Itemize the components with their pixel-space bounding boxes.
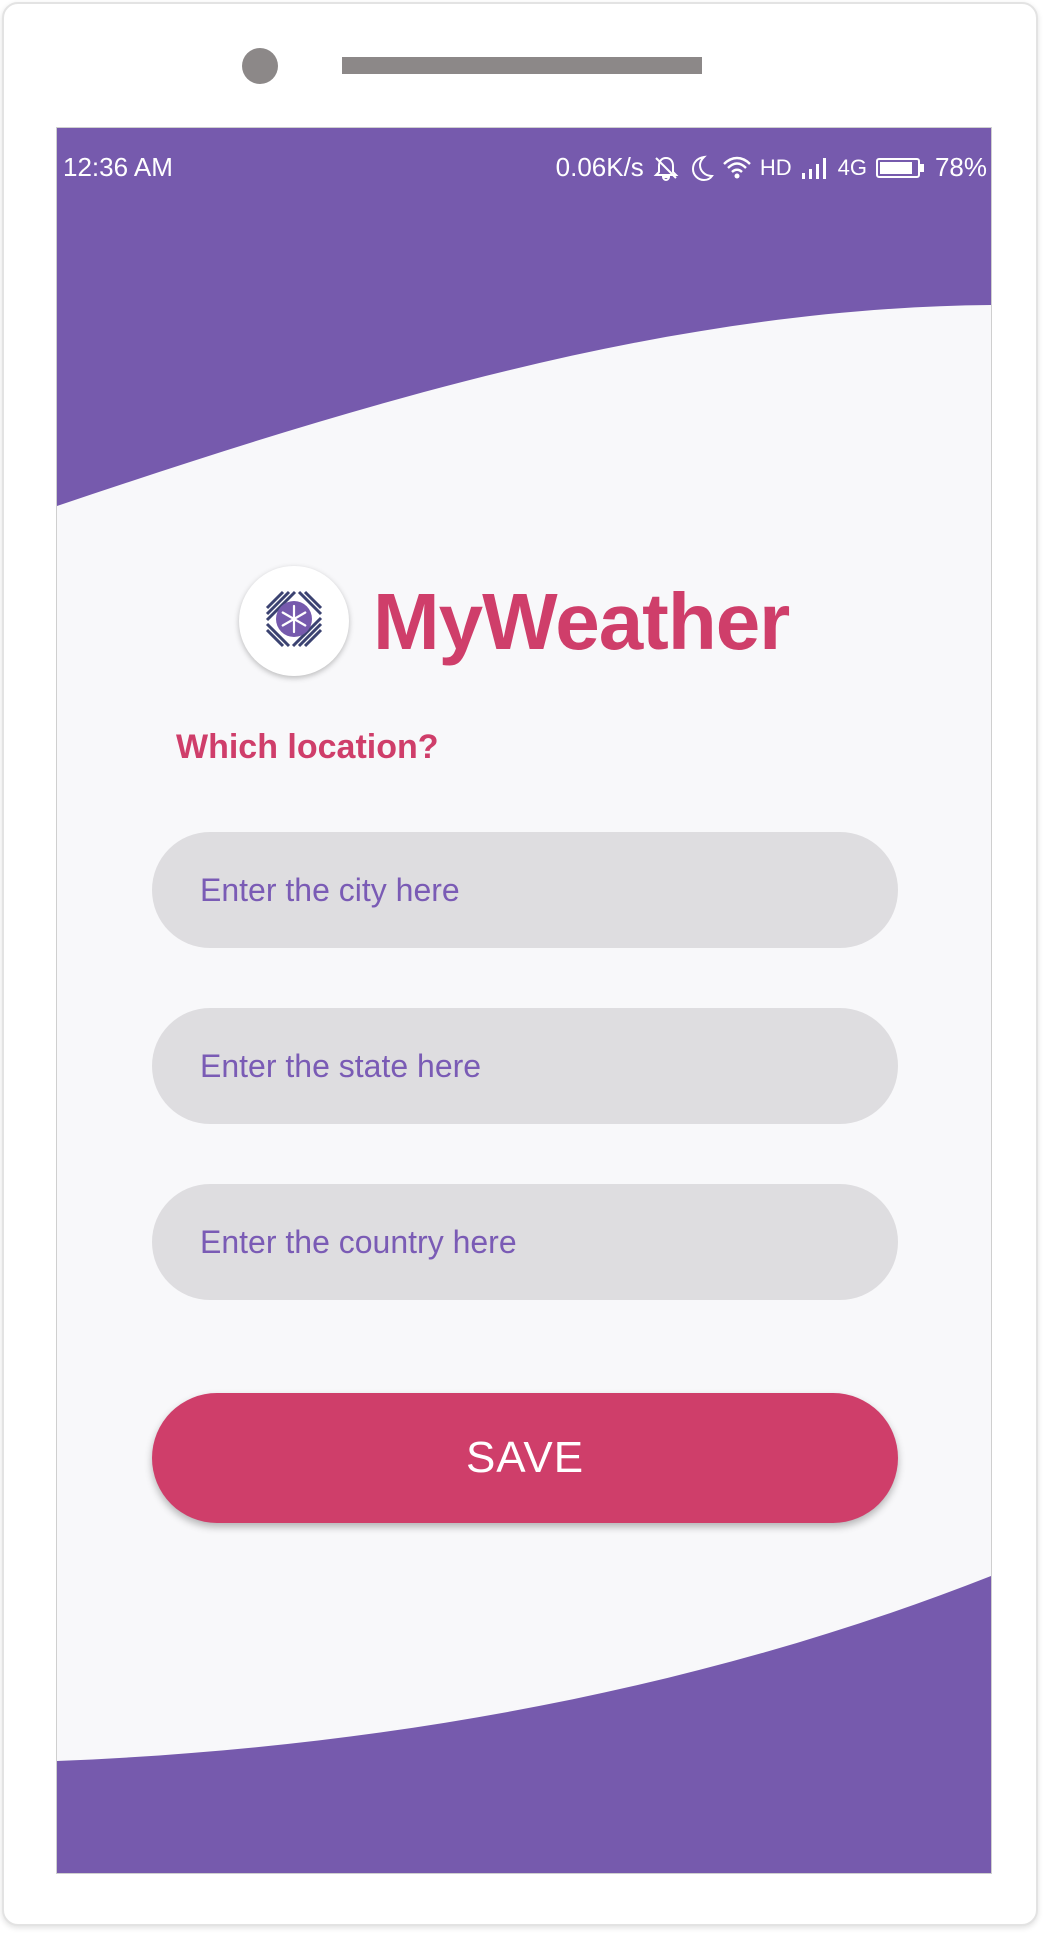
snowflake-icon (261, 586, 327, 657)
phone-frame: 12:36 AM 0.06K/s HD 4G 78% MyWeather Whi… (2, 2, 1038, 1926)
network-type: 4G (837, 154, 867, 180)
city-input[interactable] (198, 870, 898, 910)
battery-icon (875, 155, 927, 181)
network-speed: 0.06K/s (555, 152, 644, 182)
earpiece-speaker (342, 57, 702, 74)
app-screen: 12:36 AM 0.06K/s HD 4G 78% MyWeather Whi… (57, 128, 991, 1873)
front-camera (242, 48, 278, 84)
moon-icon (688, 154, 714, 182)
app-logo (239, 566, 349, 676)
battery-percent: 78% (934, 152, 987, 182)
hd-indicator: HD (759, 154, 792, 180)
save-button[interactable]: SAVE (152, 1393, 898, 1523)
state-field[interactable] (152, 1008, 898, 1124)
signal-icon (800, 155, 830, 181)
state-input[interactable] (198, 1046, 898, 1086)
status-time: 12:36 AM (63, 152, 173, 182)
wifi-icon (722, 155, 752, 181)
notifications-off-icon (652, 154, 680, 182)
background-waves (57, 128, 991, 1873)
location-question: Which location? (176, 728, 439, 766)
status-bar: 12:36 AM 0.06K/s HD 4G 78% (57, 128, 991, 208)
city-field[interactable] (152, 832, 898, 948)
country-input[interactable] (198, 1222, 898, 1262)
app-title: MyWeather (373, 577, 790, 666)
country-field[interactable] (152, 1184, 898, 1300)
